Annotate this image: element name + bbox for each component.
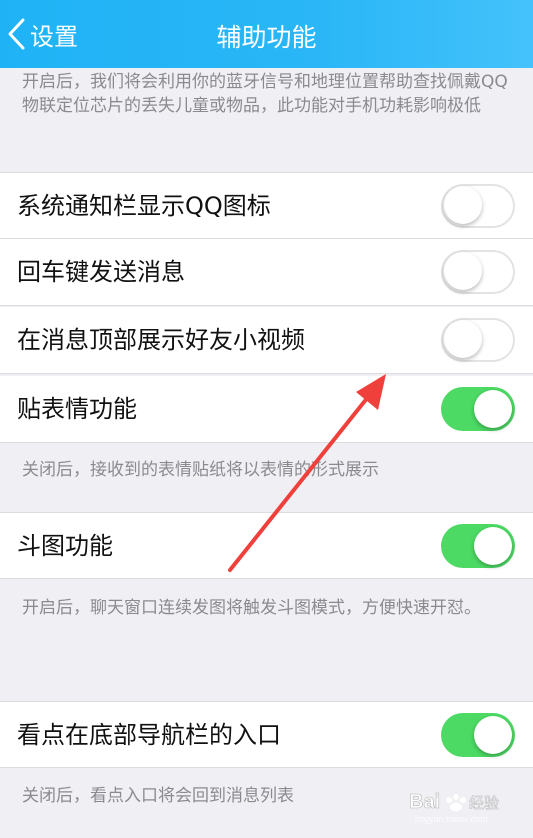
meme-battle-toggle[interactable] [441,524,515,568]
enter-to-send-toggle[interactable] [441,250,515,294]
baidu-paw-logo-icon: Bai 经验 jingyan.baidu.com [409,791,500,824]
toggle-knob [474,716,512,754]
top-description: 开启后，我们将会利用你的蓝牙信号和地理位置帮助查找佩戴QQ物联定位芯片的丢失儿童… [22,72,508,116]
toggle-knob [444,252,482,290]
setting-label: 贴表情功能 [17,395,137,423]
setting-row-enter-to-send: 回车键发送消息 [0,239,533,306]
svg-text:jingyan.baidu.com: jingyan.baidu.com [414,814,488,824]
setting-label: 系统通知栏显示QQ图标 [17,192,271,220]
friend-videos-toggle[interactable] [441,318,515,362]
setting-label: 看点在底部导航栏的入口 [17,721,281,749]
stickers-toggle[interactable] [441,387,515,431]
setting-label: 回车键发送消息 [17,258,185,286]
setting-row-kandian-entry: 看点在底部导航栏的入口 [0,701,533,768]
setting-row-friend-videos: 在消息顶部展示好友小视频 [0,307,533,374]
setting-label: 斗图功能 [17,532,113,560]
toggle-knob [474,390,512,428]
page-title: 辅助功能 [216,23,317,52]
toggle-knob [444,320,482,358]
setting-row-stickers: 贴表情功能 [0,376,533,443]
setting-label: 在消息顶部展示好友小视频 [17,326,305,354]
kandian-entry-toggle[interactable] [441,713,515,757]
toggle-knob [444,186,482,224]
svg-text:Bai: Bai [409,791,440,813]
baidu-jingyan-watermark: Bai 经验 jingyan.baidu.com [409,786,509,826]
toggle-knob [474,527,512,565]
navigation-bar: 设置 辅助功能 [0,0,533,68]
setting-row-notification-icon: 系统通知栏显示QQ图标 [0,172,533,239]
setting-row-meme-battle: 斗图功能 [0,512,533,579]
svg-text:经验: 经验 [469,794,499,812]
stickers-description: 关闭后，接收到的表情贴纸将以表情的形式展示 [22,460,379,480]
notification-icon-toggle[interactable] [441,184,515,228]
meme-battle-description: 开启后，聊天窗口连续发图将触发斗图模式，方便快速开怼。 [22,598,481,618]
